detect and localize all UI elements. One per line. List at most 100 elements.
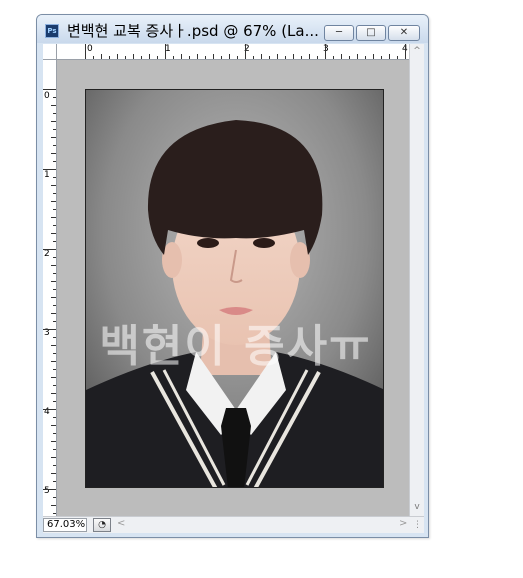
document-photo[interactable]: 백현이 증사ㅠ bbox=[85, 89, 384, 488]
ruler-tick bbox=[245, 44, 246, 59]
ruler-tick bbox=[51, 137, 56, 138]
ruler-tick bbox=[181, 54, 182, 59]
ruler-tick bbox=[51, 441, 56, 442]
ruler-tick bbox=[43, 329, 56, 330]
ruler-tick bbox=[53, 129, 56, 130]
ruler-tick bbox=[53, 481, 56, 482]
scroll-left-icon[interactable]: < bbox=[117, 518, 125, 529]
ruler-origin[interactable] bbox=[43, 44, 57, 60]
portrait-image bbox=[86, 90, 383, 487]
vertical-scrollbar[interactable]: ^ v bbox=[409, 44, 424, 516]
ruler-tick bbox=[301, 56, 302, 59]
ruler-tick bbox=[285, 56, 286, 59]
scroll-up-icon[interactable]: ^ bbox=[410, 46, 424, 56]
title-bar[interactable]: Ps 변백현 교복 증사ㅏ.psd @ 67% (La... ─ □ ✕ bbox=[37, 15, 428, 43]
ruler-label: 1 bbox=[44, 170, 50, 180]
ruler-label: 2 bbox=[44, 249, 50, 259]
document-window: Ps 변백현 교복 증사ㅏ.psd @ 67% (La... ─ □ ✕ 0 1… bbox=[36, 14, 429, 538]
ruler-tick bbox=[133, 54, 134, 59]
ruler-tick bbox=[109, 56, 110, 59]
ruler-tick bbox=[381, 56, 382, 59]
ruler-tick bbox=[53, 193, 56, 194]
zoom-level-field[interactable]: 67.03% bbox=[43, 518, 87, 532]
canvas-area[interactable]: 백현이 증사ㅠ bbox=[57, 60, 409, 516]
ruler-label: 0 bbox=[44, 91, 50, 101]
ruler-tick bbox=[85, 44, 86, 59]
ruler-tick bbox=[51, 505, 56, 506]
ruler-tick bbox=[125, 56, 126, 59]
document-title: 변백현 교복 증사ㅏ.psd @ 67% (La... bbox=[67, 22, 319, 40]
ruler-tick bbox=[397, 56, 398, 59]
ruler-tick bbox=[229, 54, 230, 59]
ruler-tick bbox=[51, 377, 56, 378]
ruler-tick bbox=[53, 417, 56, 418]
photoshop-icon: Ps bbox=[45, 24, 59, 38]
ruler-tick bbox=[53, 449, 56, 450]
ruler-tick bbox=[51, 361, 56, 362]
status-bar: 67.03% ◔ < > ⋮ bbox=[43, 516, 424, 533]
ruler-tick bbox=[221, 56, 222, 59]
ruler-tick bbox=[173, 56, 174, 59]
ruler-tick bbox=[269, 56, 270, 59]
ruler-tick bbox=[53, 145, 56, 146]
ruler-tick bbox=[51, 233, 56, 234]
resize-grip-icon[interactable]: ⋮ bbox=[413, 520, 422, 530]
ruler-tick bbox=[309, 54, 310, 59]
ruler-tick bbox=[43, 249, 56, 250]
ruler-tick bbox=[197, 54, 198, 59]
ruler-tick bbox=[53, 321, 56, 322]
status-menu-button[interactable]: ◔ bbox=[93, 518, 111, 532]
close-icon: ✕ bbox=[399, 27, 409, 38]
ruler-tick bbox=[51, 265, 56, 266]
ruler-tick bbox=[53, 273, 56, 274]
ruler-tick bbox=[349, 56, 350, 59]
scroll-right-icon[interactable]: > bbox=[399, 518, 407, 529]
ruler-tick bbox=[53, 369, 56, 370]
ruler-tick bbox=[53, 497, 56, 498]
ruler-tick bbox=[317, 56, 318, 59]
ruler-label: 0 bbox=[87, 44, 93, 54]
info-icon: ◔ bbox=[98, 520, 106, 530]
ruler-tick bbox=[53, 177, 56, 178]
ruler-tick bbox=[43, 89, 56, 90]
ruler-tick bbox=[405, 44, 406, 59]
ruler-tick bbox=[53, 433, 56, 434]
maximize-button[interactable]: □ bbox=[356, 25, 386, 41]
ruler-tick bbox=[189, 56, 190, 59]
ruler-tick bbox=[51, 457, 56, 458]
ruler-tick bbox=[53, 161, 56, 162]
ruler-tick bbox=[51, 121, 56, 122]
ruler-tick bbox=[51, 105, 56, 106]
ruler-tick bbox=[293, 54, 294, 59]
ruler-tick bbox=[53, 97, 56, 98]
ruler-tick bbox=[117, 54, 118, 59]
ruler-tick bbox=[253, 56, 254, 59]
close-button[interactable]: ✕ bbox=[388, 25, 420, 41]
minimize-button[interactable]: ─ bbox=[324, 25, 354, 41]
vertical-ruler[interactable]: 0 1 2 3 4 5 bbox=[43, 60, 57, 516]
ruler-tick bbox=[165, 44, 166, 59]
ruler-label: 5 bbox=[44, 486, 50, 496]
ruler-tick bbox=[43, 169, 56, 170]
ruler-tick bbox=[53, 465, 56, 466]
ruler-tick bbox=[51, 217, 56, 218]
ruler-tick bbox=[53, 353, 56, 354]
ruler-tick bbox=[53, 305, 56, 306]
ruler-tick bbox=[277, 54, 278, 59]
ruler-tick bbox=[53, 113, 56, 114]
ruler-tick bbox=[51, 153, 56, 154]
ruler-tick bbox=[149, 54, 150, 59]
ruler-tick bbox=[43, 409, 56, 410]
ruler-tick bbox=[53, 209, 56, 210]
ruler-tick bbox=[51, 425, 56, 426]
ruler-tick bbox=[51, 201, 56, 202]
ruler-tick bbox=[261, 54, 262, 59]
minimize-icon: ─ bbox=[335, 27, 343, 38]
scroll-down-icon[interactable]: v bbox=[410, 502, 424, 512]
ruler-tick bbox=[53, 241, 56, 242]
ruler-tick bbox=[389, 54, 390, 59]
ruler-tick bbox=[51, 313, 56, 314]
horizontal-ruler[interactable]: 0 1 2 3 4 bbox=[57, 44, 409, 60]
ruler-tick bbox=[333, 56, 334, 59]
ruler-tick bbox=[325, 44, 326, 59]
